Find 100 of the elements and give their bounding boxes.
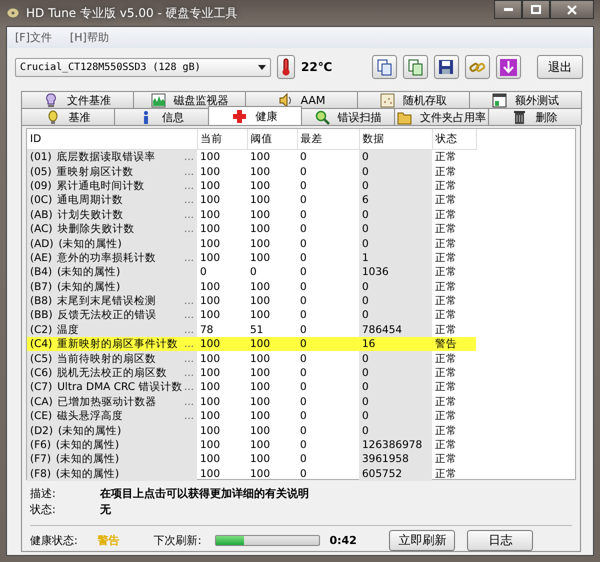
more-indicator: ... [184, 150, 194, 164]
save-button[interactable] [434, 55, 460, 79]
data-value: 0 [359, 351, 432, 366]
more-indicator: ... [184, 337, 194, 352]
column-header[interactable]: 状态 [432, 129, 476, 150]
copy-button[interactable] [403, 55, 428, 79]
attribute-id: (AE) [30, 250, 52, 265]
worst-value: 0 [297, 164, 359, 179]
status-text: 正常 [432, 452, 476, 467]
exit-button[interactable]: 退出 [537, 55, 584, 79]
detail-text: 在项目上点击可以获得更加详细的有关说明 [100, 486, 310, 501]
log-button[interactable]: 日志 [467, 530, 534, 551]
column-header[interactable]: 最差 [297, 129, 359, 150]
data-value: 605752 [359, 466, 432, 481]
status-text: 正常 [432, 164, 476, 179]
data-value: 16 [359, 337, 432, 352]
refresh-button[interactable]: 立即刷新 [389, 530, 456, 551]
down-arrow-icon [500, 58, 518, 76]
current-value: 100 [197, 351, 247, 366]
current-value: 100 [197, 280, 247, 294]
tab[interactable]: 额外测试 [469, 91, 582, 108]
threshold-value: 100 [249, 380, 272, 395]
status-text: 正常 [432, 409, 476, 424]
tab[interactable]: AAM [245, 91, 358, 108]
worst-value: 0 [297, 394, 359, 410]
current-value: 100 [197, 193, 247, 208]
threshold-value: 100 [249, 466, 272, 481]
current-value: 100 [197, 452, 247, 467]
copy-icon [376, 58, 394, 76]
tab[interactable]: 文件基准 [21, 91, 134, 108]
status-text: 正常 [432, 394, 476, 410]
worst-value: 0 [297, 193, 359, 208]
tab[interactable]: 随机存取 [357, 91, 470, 108]
attribute-id: (F8) [30, 466, 51, 481]
data-value: 0 [359, 208, 432, 222]
attribute-name: (未知的属性) [57, 280, 122, 294]
current-value: 100 [197, 178, 247, 194]
current-value: 100 [197, 337, 247, 352]
maximize-icon [531, 5, 541, 14]
data-value: 1036 [359, 265, 432, 280]
status-text: 正常 [432, 466, 476, 481]
tab[interactable]: 基准 [21, 108, 116, 125]
data-value: 0 [359, 394, 432, 410]
attribute-name: 累计通电时间计数 [56, 178, 146, 193]
current-value: 100 [197, 409, 247, 424]
tab[interactable]: 文件夹占用率 [394, 108, 489, 125]
data-value: 0 [359, 308, 432, 323]
threshold-value: 100 [249, 164, 272, 179]
current-value: 100 [197, 250, 247, 266]
attribute-id: (AC) [30, 222, 53, 236]
attribute-id: (F7) [30, 452, 51, 466]
thermometer-button[interactable] [277, 55, 295, 79]
more-indicator: ... [184, 294, 194, 308]
worst-value: 0 [297, 423, 359, 438]
attribute-id: (C2) [30, 322, 52, 337]
more-indicator: ... [184, 322, 194, 337]
status-text: 正常 [432, 351, 476, 366]
status-text: 正常 [432, 150, 476, 164]
attribute-name: 重映射扇区计数 [56, 164, 135, 179]
data-value: 0 [359, 222, 432, 236]
attribute-name: 磁头悬浮高度 [57, 409, 124, 424]
data-value: 0 [359, 236, 432, 251]
tab[interactable]: 错误扫描 [300, 108, 396, 125]
refresh-label: 下次刷新: [154, 533, 202, 548]
attribute-name: 重新映射的扇区事件计数 [57, 337, 180, 352]
current-value: 100 [197, 164, 247, 179]
health-label: 健康状态: [30, 533, 78, 548]
highlighted-row[interactable]: (C4) 重新映射的扇区事件计数 ... 100 100 0 16 警告 [27, 337, 476, 352]
copy-button[interactable] [372, 55, 398, 79]
status-text: 正常 [432, 222, 476, 236]
tab[interactable]: 磁盘监视器 [133, 91, 246, 108]
window-title: HD Tune 专业版 v5.00 - 硬盘专业工具 [26, 4, 239, 22]
drive-dropdown[interactable]: Crucial_CT128M550SSD3 (128 gB) [15, 58, 271, 76]
status-text: 正常 [432, 380, 476, 395]
more-indicator: ... [184, 193, 194, 208]
download-button[interactable] [496, 55, 522, 79]
tab[interactable]: 健康 [208, 106, 302, 125]
worst-value: 0 [297, 265, 359, 280]
copy-icon [407, 58, 424, 76]
data-value: 0 [359, 423, 432, 438]
tab[interactable]: 信息 [114, 108, 209, 125]
tab[interactable]: 删除 [488, 108, 582, 125]
column-header[interactable]: 当前 [197, 129, 247, 150]
worst-value: 0 [297, 337, 359, 352]
attribute-id: (B7) [30, 280, 52, 294]
worst-value: 0 [297, 294, 359, 308]
menu-item[interactable]: [H]帮助 [70, 30, 109, 45]
more-indicator: ... [184, 380, 194, 394]
attribute-id: (D2) [30, 424, 53, 438]
attribute-id: (09) [30, 178, 52, 193]
status-text: 警告 [432, 337, 476, 352]
threshold-value: 100 [249, 294, 272, 308]
menu-item[interactable]: [F]文件 [15, 30, 52, 45]
threshold-value: 100 [249, 409, 272, 424]
column-header[interactable]: 阈值 [247, 129, 297, 150]
status-text: 正常 [432, 423, 476, 438]
status-text: 正常 [432, 265, 476, 280]
status-text: 正常 [432, 250, 476, 266]
chain-button[interactable] [465, 55, 490, 79]
data-value: 3961958 [359, 452, 432, 467]
